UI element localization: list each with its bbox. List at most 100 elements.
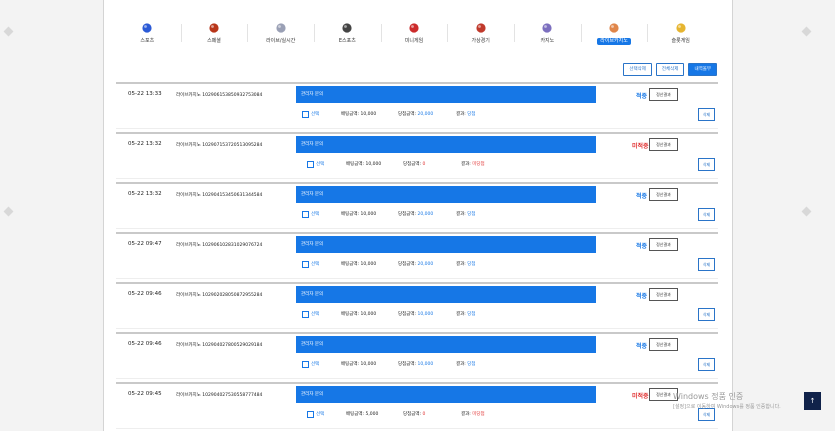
settlement-result-button[interactable]: 정산결과 [649,88,678,101]
bet-result-value: 당첨 [467,112,476,117]
win-amount: 당첨금액: 0 [403,411,425,417]
bet-amount: 배팅금액: 10,000 [346,162,382,167]
bet-amount: 배팅금액: 5,000 [346,412,379,417]
win-amount-label: 당첨금액: [398,362,417,367]
win-amount-label: 당첨금액: [403,162,422,167]
main-page: 스포츠 스페셜 라이브/실시간 E스포츠 미니게임 가상경기 카지노 라이브카지노 슬롯게임 선… [103,0,733,431]
nav-item[interactable]: E스포츠 [314,18,381,50]
admin-inquiry-bar[interactable]: 관리자 문의 [296,186,596,203]
win-amount-value: 20,000 [417,112,434,117]
nav-item[interactable]: 스포츠 [114,18,181,50]
decor-dot [801,26,812,37]
bet-amount: 배팅금액: 10,000 [341,312,377,317]
bet-date: 05-22 09:46 [128,291,162,297]
nav-item[interactable]: 카지노 [514,18,581,50]
admin-inquiry-bar[interactable]: 관리자 문의 [296,236,596,253]
bet-result-value: 당첨 [467,212,476,217]
gamepad-icon [339,22,355,34]
bet-row: 05-22 09:46 라이브카지노 102904027800529029184 관… [116,332,718,379]
admin-inquiry-bar[interactable]: 관리자 문의 [296,336,596,353]
bet-select-checkbox[interactable] [302,111,309,118]
nav-item[interactable]: 슬롯게임 [647,18,714,50]
win-amount-value: 10,000 [417,362,434,367]
live-casino-icon [606,22,622,34]
admin-inquiry-bar[interactable]: 관리자 문의 [296,286,596,303]
bet-select-checkbox[interactable] [302,361,309,368]
nav-item[interactable]: 라이브카지노 [580,18,648,50]
nav-item[interactable]: 미니게임 [380,18,448,50]
win-amount-value: 10,000 [417,312,434,317]
settlement-result-button[interactable]: 정산결과 [649,288,678,301]
bet-amount: 배팅금액: 10,000 [341,212,377,217]
win-amount: 당첨금액: 10,000 [398,311,433,317]
bet-select-checkbox[interactable] [302,261,309,268]
bet-status: 미적중 [632,143,649,150]
bet-row: 05-22 09:45 라이브카지노 102904027530558777484 관… [116,382,718,429]
bet-game-name: 라이브카지노 102902028050872955284 [176,293,263,298]
bet-status: 미적중 [632,393,649,400]
history-button[interactable]: 내역올부 [688,63,717,76]
decor-dot [801,206,812,217]
win-amount: 당첨금액: 20,000 [398,111,433,117]
bet-status: 적중 [636,343,648,350]
delete-bet-button[interactable]: 삭제 [698,158,715,171]
bet-select-checkbox[interactable] [307,411,314,418]
admin-inquiry-bar[interactable]: 관리자 문의 [296,386,596,403]
delete-bet-button[interactable]: 삭제 [698,258,715,271]
nav-item[interactable]: 가상경기 [447,18,514,50]
bet-result: 결과: 미당첨 [461,161,485,167]
nav-label: 가상경기 [471,38,490,44]
bet-select-label: 선택 [311,262,320,267]
watermark-subtitle: [설정]으로 이동하여 Windows를 정품 인증합니다. [673,404,781,410]
bet-game-name: 라이브카지노 102906153850932753084 [176,93,263,98]
bet-game-name: 라이브카지노 102907153720513095284 [176,143,263,148]
bet-result-label: 결과: [461,412,471,417]
bet-result-label: 결과: [456,312,466,317]
slot-icon [673,22,689,34]
delete-bet-button[interactable]: 삭제 [698,208,715,221]
bet-row: 05-22 09:47 라이브카지노 102906102831029076724 관… [116,232,718,279]
settlement-result-button[interactable]: 정산결과 [649,238,678,251]
bet-status: 적중 [636,193,648,200]
nav-label: 라이브/실시간 [266,38,296,44]
bet-select-checkbox[interactable] [302,211,309,218]
decor-dot [3,26,14,37]
admin-inquiry-bar[interactable]: 관리자 문의 [296,86,596,103]
nav-label: 스포츠 [140,38,155,44]
decor-dot [3,206,14,217]
win-amount-label: 당첨금액: [398,312,417,317]
select-delete-button[interactable]: 선택삭제 [623,63,652,76]
nav-label: 미니게임 [404,38,424,44]
bet-status: 적중 [636,243,648,250]
nav-item[interactable]: 스페셜 [180,18,248,50]
settlement-result-button[interactable]: 정산결과 [649,138,678,151]
bet-row: 05-22 13:32 라이브카지노 102907153720513095284 관… [116,132,718,179]
delete-bet-button[interactable]: 삭제 [698,308,715,321]
bet-select-checkbox[interactable] [307,161,314,168]
bet-select-label: 선택 [311,112,320,117]
delete-bet-button[interactable]: 삭제 [698,358,715,371]
bet-select-label: 선택 [311,312,320,317]
nav-item[interactable]: 라이브/실시간 [247,18,314,50]
bet-date: 05-22 09:45 [128,391,162,397]
bet-date: 05-22 13:33 [128,91,162,97]
settlement-result-button[interactable]: 정산결과 [649,188,678,201]
bet-result-value: 당첨 [467,262,476,267]
bet-select-checkbox[interactable] [302,311,309,318]
bet-result-label: 결과: [461,162,471,167]
win-amount-value: 20,000 [417,262,434,267]
bet-game-name: 라이브카지노 102904027800529029184 [176,343,263,348]
scroll-top-button[interactable]: ↑ [804,392,821,410]
bet-result: 결과: 당첨 [456,111,476,117]
nav-label: 스페셜 [207,38,221,44]
delete-bet-button[interactable]: 삭제 [698,108,715,121]
settlement-result-button[interactable]: 정산결과 [649,338,678,351]
win-amount-value: 0 [422,412,426,417]
bet-result-value: 당첨 [467,312,476,317]
bet-result-value: 미당첨 [472,412,485,417]
admin-inquiry-bar[interactable]: 관리자 문의 [296,136,596,153]
delete-all-button[interactable]: 전체삭제 [655,63,685,76]
nav-label: E스포츠 [338,38,356,44]
watermark-title: Windows 정품 인증 [673,392,744,401]
bet-game-name: 라이브카지노 102904153450631344584 [176,193,263,198]
